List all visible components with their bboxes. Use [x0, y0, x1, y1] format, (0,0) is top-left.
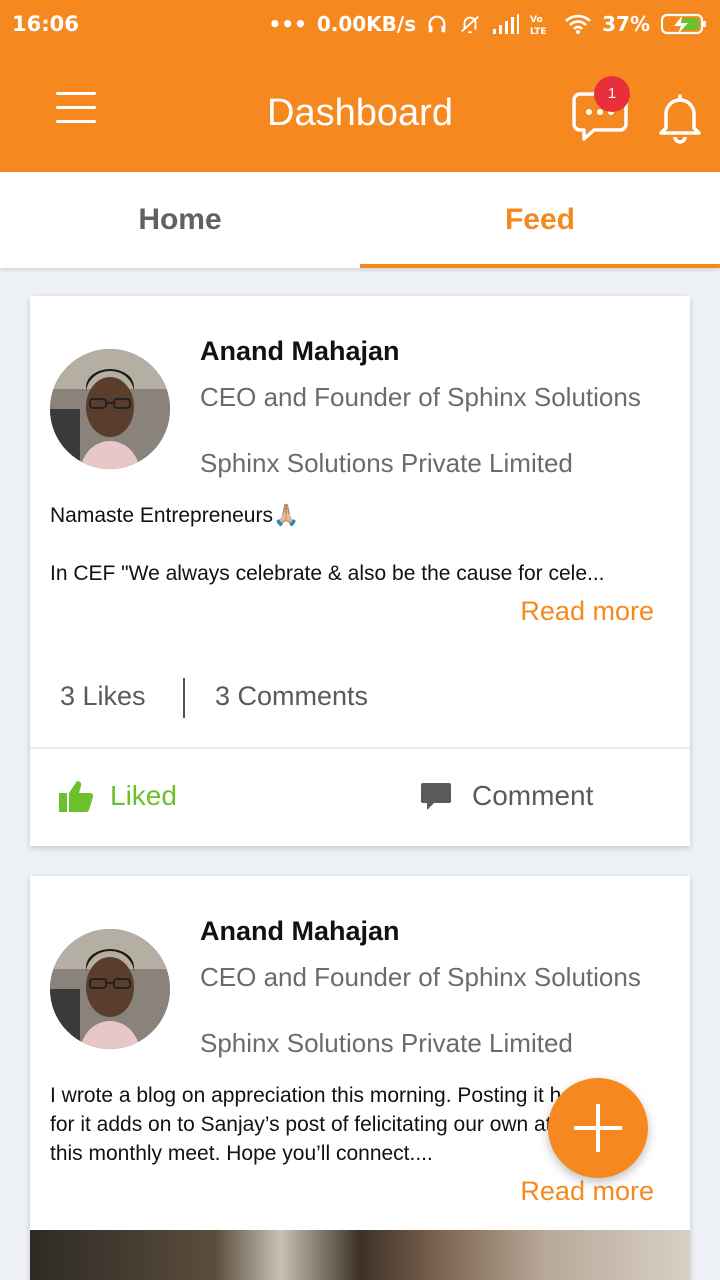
chat-badge: 1 — [594, 76, 630, 112]
like-label: Liked — [110, 780, 177, 811]
add-post-button[interactable] — [548, 1078, 648, 1178]
post-card: Anand Mahajan CEO and Founder of Sphinx … — [30, 296, 690, 846]
read-more-link[interactable]: Read more — [520, 596, 654, 627]
plus-icon-vertical — [596, 1104, 600, 1152]
tab-bar: Home Feed — [0, 172, 720, 268]
tab-feed[interactable]: Feed — [360, 172, 720, 268]
wifi-icon — [565, 14, 592, 34]
mute-vibrate-icon — [461, 15, 479, 34]
tab-indicator — [360, 264, 720, 268]
status-bar: 16:06 ••• 0.00KB/s Vo LTE 37% — [0, 0, 720, 52]
svg-text:LTE: LTE — [530, 27, 547, 36]
battery-charging-icon — [660, 13, 706, 35]
post-text-line: this monthly meet. Hope you’ll connect..… — [50, 1142, 433, 1165]
divider — [30, 747, 690, 749]
author-company: Sphinx Solutions Private Limited — [200, 1028, 573, 1058]
app-bar: Dashboard 1 — [0, 52, 720, 172]
comment-label: Comment — [472, 780, 594, 811]
stats-divider — [183, 678, 185, 718]
author-name[interactable]: Anand Mahajan — [200, 336, 400, 367]
post-image[interactable] — [30, 1230, 690, 1280]
network-speed: 0.00KB/s — [316, 12, 417, 36]
like-button[interactable]: Liked — [58, 776, 177, 816]
author-role: CEO and Founder of Sphinx Solutions — [200, 962, 641, 992]
comment-icon — [421, 783, 451, 810]
signal-icon — [493, 14, 520, 34]
thumbs-up-icon — [59, 781, 94, 812]
author-role: CEO and Founder of Sphinx Solutions — [200, 382, 641, 412]
bell-icon[interactable] — [652, 88, 708, 144]
volte-icon: Vo LTE — [530, 15, 547, 36]
status-icons: ••• 0.00KB/s Vo LTE 37% — [268, 12, 708, 36]
more-dots-icon: ••• — [268, 12, 307, 36]
post-text-line: Namaste Entrepreneurs🙏🏼 — [50, 504, 300, 527]
read-more-link[interactable]: Read more — [520, 1176, 654, 1207]
avatar[interactable] — [50, 349, 170, 469]
post-text-line: for it adds on to Sanjay’s post of felic… — [50, 1113, 552, 1136]
status-time: 16:06 — [12, 12, 79, 36]
avatar[interactable] — [50, 929, 170, 1049]
post-text-line: I wrote a blog on appreciation this morn… — [50, 1084, 592, 1107]
battery-percent: 37% — [602, 12, 650, 36]
likes-count[interactable]: 3 Likes — [60, 681, 146, 712]
author-company: Sphinx Solutions Private Limited — [200, 448, 573, 478]
comments-count[interactable]: 3 Comments — [215, 681, 368, 712]
comment-button[interactable]: Comment — [420, 776, 593, 816]
headphones-icon — [428, 15, 446, 33]
svg-text:Vo: Vo — [530, 15, 543, 25]
tab-home[interactable]: Home — [0, 172, 360, 268]
author-name[interactable]: Anand Mahajan — [200, 916, 400, 947]
post-text-line: In CEF "We always celebrate & also be th… — [50, 562, 605, 585]
